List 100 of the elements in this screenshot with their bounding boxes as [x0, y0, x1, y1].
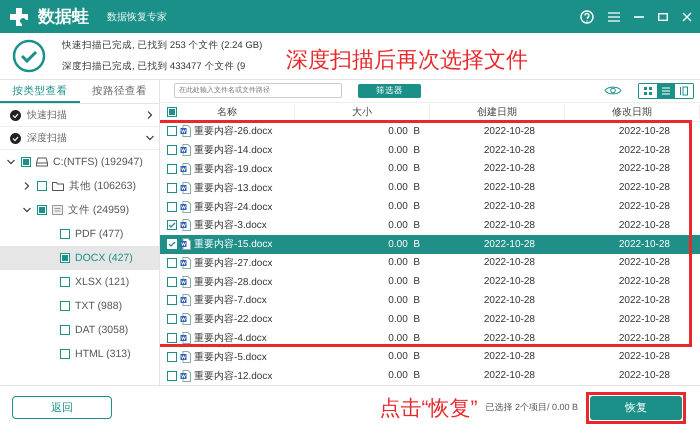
checkbox[interactable] — [167, 333, 177, 344]
view-tab[interactable]: 按路径查看 — [80, 80, 159, 103]
checkbox[interactable] — [167, 202, 177, 212]
created-date: 2022-10-28 — [482, 126, 536, 137]
created-date: 2022-10-28 — [482, 163, 536, 174]
file-size: 0.00 B — [387, 144, 421, 156]
checkbox[interactable] — [167, 106, 177, 117]
checkbox[interactable] — [167, 276, 177, 287]
recover-button[interactable]: 恢复 — [590, 396, 682, 420]
checkbox[interactable] — [60, 301, 70, 311]
file-name: 重要内容-26.docx — [194, 124, 272, 138]
tree-item[interactable]: XLSX (121) — [75, 276, 130, 288]
chevron-icon[interactable] — [6, 157, 16, 167]
modified-date: 2022-10-28 — [618, 294, 671, 306]
word-file-icon — [180, 162, 191, 175]
modified-date: 2022-10-28 — [618, 163, 671, 174]
app-subtitle: 数据恢复专家 — [107, 10, 167, 24]
checkbox[interactable] — [60, 253, 70, 263]
word-file-icon — [180, 200, 191, 212]
checkbox[interactable] — [167, 145, 177, 156]
file-size: 0.00 B — [387, 163, 421, 174]
created-date: 2022-10-28 — [482, 144, 536, 156]
checkbox[interactable] — [167, 258, 177, 268]
eye-icon[interactable] — [604, 85, 622, 96]
checkbox[interactable] — [167, 314, 177, 324]
word-file-icon — [180, 238, 191, 250]
checkbox[interactable] — [167, 164, 177, 174]
checkbox[interactable] — [60, 325, 70, 335]
file-name: 重要内容-27.docx — [194, 256, 272, 270]
created-date: 2022-10-28 — [482, 370, 536, 382]
scan-item[interactable]: 深度扫描 — [27, 131, 67, 145]
file-size: 0.00 B — [387, 351, 421, 362]
word-file-icon — [180, 294, 191, 306]
app-name: 数据蛙 — [38, 6, 89, 28]
modified-date: 2022-10-28 — [618, 126, 671, 137]
file-size: 0.00 B — [387, 332, 421, 344]
file-name: 重要内容-5.docx — [194, 350, 267, 364]
modified-date: 2022-10-28 — [618, 201, 671, 212]
file-name: 重要内容-19.docx — [194, 162, 272, 176]
column-header[interactable]: 创建日期 — [477, 106, 517, 118]
tree-item[interactable]: 其他 (106263) — [69, 179, 136, 193]
word-file-icon — [180, 144, 191, 156]
column-header[interactable]: 修改日期 — [612, 106, 652, 118]
word-file-icon — [180, 313, 191, 326]
scan-status: 深度扫描已完成, 已找到 433477 个文件 (9 — [62, 60, 246, 73]
filter-button[interactable]: 筛选器 — [358, 84, 421, 98]
view-tab[interactable]: 按类型查看 — [0, 80, 80, 103]
check-badge-icon — [10, 132, 21, 144]
chevron-icon[interactable] — [145, 110, 155, 120]
modified-date: 2022-10-28 — [618, 238, 671, 250]
check-circle-icon — [12, 39, 46, 73]
tree-item[interactable]: HTML (313) — [75, 348, 131, 360]
tree-item[interactable]: TXT (988) — [75, 300, 122, 312]
scan-item[interactable]: 快速扫描 — [27, 108, 67, 122]
checkbox[interactable] — [60, 229, 70, 239]
checkbox[interactable] — [60, 349, 70, 359]
checkbox[interactable] — [167, 220, 177, 230]
checkbox[interactable] — [167, 126, 177, 136]
tree-item[interactable]: C:(NTFS) (192947) — [53, 156, 143, 168]
modified-date: 2022-10-28 — [618, 276, 671, 288]
modified-date: 2022-10-28 — [618, 220, 671, 231]
created-date: 2022-10-28 — [482, 220, 536, 231]
file-name: 重要内容-3.docx — [194, 218, 267, 232]
column-header[interactable]: 大小 — [352, 106, 372, 118]
file-name: 重要内容-7.docx — [194, 294, 267, 308]
maximize-icon[interactable] — [658, 12, 668, 20]
file-size: 0.00 B — [387, 370, 421, 382]
help-icon[interactable] — [580, 10, 594, 24]
checkbox[interactable] — [21, 157, 31, 167]
column-header[interactable]: 名称 — [217, 104, 237, 119]
tree-item[interactable]: 文件 (24959) — [68, 203, 130, 217]
view-mode-toggle[interactable] — [657, 84, 675, 98]
file-name: 重要内容-13.docx — [194, 182, 272, 195]
word-file-icon — [180, 219, 191, 232]
chevron-icon[interactable] — [22, 181, 32, 191]
chevron-icon[interactable] — [145, 133, 155, 143]
checkbox[interactable] — [37, 181, 47, 191]
created-date: 2022-10-28 — [482, 276, 536, 288]
document-icon — [52, 205, 63, 215]
created-date: 2022-10-28 — [482, 294, 536, 306]
close-icon[interactable] — [682, 12, 692, 22]
checkbox[interactable] — [167, 182, 177, 193]
back-button[interactable]: 返回 — [12, 396, 112, 419]
tree-item[interactable]: PDF (477) — [75, 228, 124, 240]
annotation-text: 深度扫描后再次选择文件 — [286, 46, 528, 74]
checkbox[interactable] — [60, 277, 70, 287]
modified-date: 2022-10-28 — [618, 370, 671, 382]
word-file-icon — [180, 125, 191, 138]
chevron-icon[interactable] — [22, 205, 32, 215]
minimize-icon[interactable] — [634, 16, 644, 18]
checkbox[interactable] — [167, 295, 177, 306]
menu-icon[interactable] — [608, 12, 620, 22]
file-name: 重要内容-22.docx — [194, 312, 272, 326]
checkbox[interactable] — [167, 370, 177, 381]
modified-date: 2022-10-28 — [618, 314, 671, 325]
word-file-icon — [180, 350, 191, 363]
file-size: 0.00 B — [387, 126, 421, 137]
tree-item[interactable]: DAT (3058) — [75, 324, 128, 336]
checkbox[interactable] — [37, 205, 47, 215]
checkbox[interactable] — [167, 352, 177, 362]
